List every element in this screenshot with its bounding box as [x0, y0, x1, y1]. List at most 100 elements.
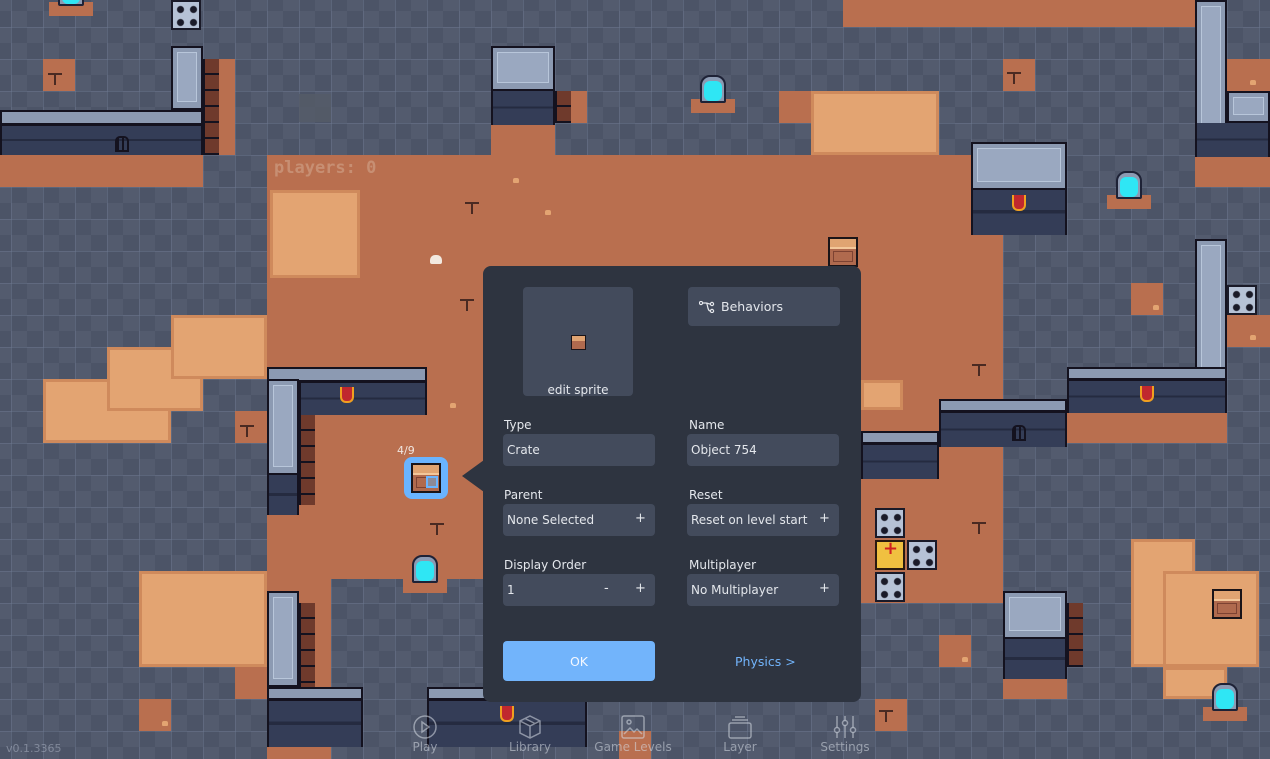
- wall-face: [299, 383, 427, 415]
- floor-crack: [879, 710, 893, 722]
- display-order-stepper[interactable]: 1 - +: [503, 574, 655, 606]
- wall-cap: [861, 431, 939, 445]
- skull: [430, 255, 442, 264]
- treasure-chest: [875, 538, 905, 570]
- pebble: [450, 403, 456, 408]
- banner: [1012, 195, 1026, 211]
- floor-crack: [48, 73, 62, 85]
- floor-tile: [139, 699, 171, 731]
- pebble: [962, 657, 968, 662]
- display-order-increment-button[interactable]: +: [635, 581, 646, 596]
- reset-label: Reset: [689, 488, 723, 502]
- spike-trap: [907, 540, 937, 570]
- floor-tile: [43, 59, 75, 91]
- wall-cap: [267, 687, 363, 701]
- wall-side: [203, 59, 219, 155]
- reset-add-button[interactable]: +: [819, 511, 830, 526]
- type-field[interactable]: Crate: [503, 434, 655, 466]
- display-order-label: Display Order: [504, 558, 587, 572]
- parent-select[interactable]: None Selected +: [503, 504, 655, 536]
- wall-face: [267, 701, 363, 747]
- wall-block: [1195, 239, 1227, 379]
- floor-region: [1195, 155, 1270, 187]
- floor-tile: [1131, 283, 1163, 315]
- floor-region: [843, 0, 1195, 27]
- display-order-value: 1: [507, 583, 515, 597]
- spike-trap: [1227, 285, 1257, 315]
- pebble: [162, 721, 168, 726]
- behaviors-button[interactable]: Behaviors: [688, 287, 840, 326]
- wall-face: [267, 475, 299, 515]
- wall-cap: [1067, 367, 1227, 381]
- floor-tile: [1227, 315, 1270, 347]
- display-order-decrement-button[interactable]: -: [604, 581, 609, 596]
- reset-select[interactable]: Reset on level start +: [687, 504, 839, 536]
- type-label: Type: [504, 418, 532, 432]
- parent-add-button[interactable]: +: [635, 511, 646, 526]
- multiplayer-add-button[interactable]: +: [819, 581, 830, 596]
- banner: [1140, 386, 1154, 402]
- play-label: Play: [412, 740, 438, 754]
- players-count-label: players: 0: [274, 158, 377, 178]
- spike-trap: [171, 0, 201, 30]
- wall-block: [267, 379, 299, 475]
- pebble: [1250, 335, 1256, 340]
- pebble: [1153, 305, 1159, 310]
- physics-link[interactable]: Physics >: [735, 654, 796, 669]
- wall-side: [1067, 603, 1083, 667]
- wall-block: [491, 46, 555, 91]
- name-label: Name: [689, 418, 725, 432]
- pebble: [1250, 80, 1256, 85]
- wall-block: [1003, 591, 1067, 639]
- toolbar-layer-button[interactable]: Layer: [718, 714, 762, 754]
- crate-sprite-preview-icon: [571, 335, 586, 350]
- floor-crack: [972, 522, 986, 534]
- portal: [403, 555, 447, 593]
- parent-label: Parent: [504, 488, 543, 502]
- floor-crack: [1007, 72, 1021, 84]
- toolbar-library-button[interactable]: Library: [505, 714, 555, 754]
- floor-region: [491, 123, 555, 155]
- grate: [115, 136, 129, 152]
- wall-side: [555, 91, 571, 123]
- selected-crate[interactable]: [404, 457, 448, 499]
- version-label: v0.1.3365: [6, 742, 62, 755]
- banner: [340, 387, 354, 403]
- sand-patch: [861, 380, 903, 410]
- pebble: [545, 210, 551, 215]
- object-properties-panel: edit sprite Behaviors Type Crate Name Ob…: [483, 266, 861, 702]
- multiplayer-select[interactable]: No Multiplayer +: [687, 574, 839, 606]
- sand-patch: [811, 91, 939, 155]
- image-icon: [621, 715, 645, 739]
- sand-patch: [139, 571, 267, 667]
- panel-pointer: [462, 460, 484, 492]
- settings-label: Settings: [820, 740, 870, 754]
- floor-crack: [460, 299, 474, 311]
- multiplayer-label: Multiplayer: [689, 558, 757, 572]
- floor-crack: [972, 364, 986, 376]
- portal: [1203, 683, 1247, 721]
- floor-tile: [875, 699, 907, 731]
- behaviors-graph-icon: [699, 300, 715, 313]
- library-label: Library: [509, 740, 551, 754]
- crate[interactable]: [1212, 589, 1242, 619]
- layers-icon: [728, 716, 752, 739]
- edit-sprite-button[interactable]: edit sprite: [523, 287, 633, 397]
- toolbar-game-levels-button[interactable]: Game Levels: [594, 714, 672, 754]
- reset-value: Reset on level start: [691, 513, 808, 527]
- ok-button[interactable]: OK: [503, 641, 655, 681]
- wall-block: [267, 591, 299, 687]
- crate[interactable]: [828, 237, 858, 267]
- toolbar-play-button[interactable]: Play: [405, 714, 445, 754]
- portal: [1107, 171, 1151, 209]
- wall-face: [491, 91, 555, 125]
- wall-cap: [0, 110, 203, 126]
- type-value: Crate: [507, 443, 540, 457]
- name-field[interactable]: Object 754: [687, 434, 839, 466]
- edit-sprite-label: edit sprite: [547, 383, 609, 397]
- multiplayer-value: No Multiplayer: [691, 583, 779, 597]
- toolbar-settings-button[interactable]: Settings: [818, 714, 872, 754]
- floor-region: [267, 155, 1003, 283]
- name-value: Object 754: [691, 443, 757, 457]
- floor-tile: [1003, 59, 1035, 91]
